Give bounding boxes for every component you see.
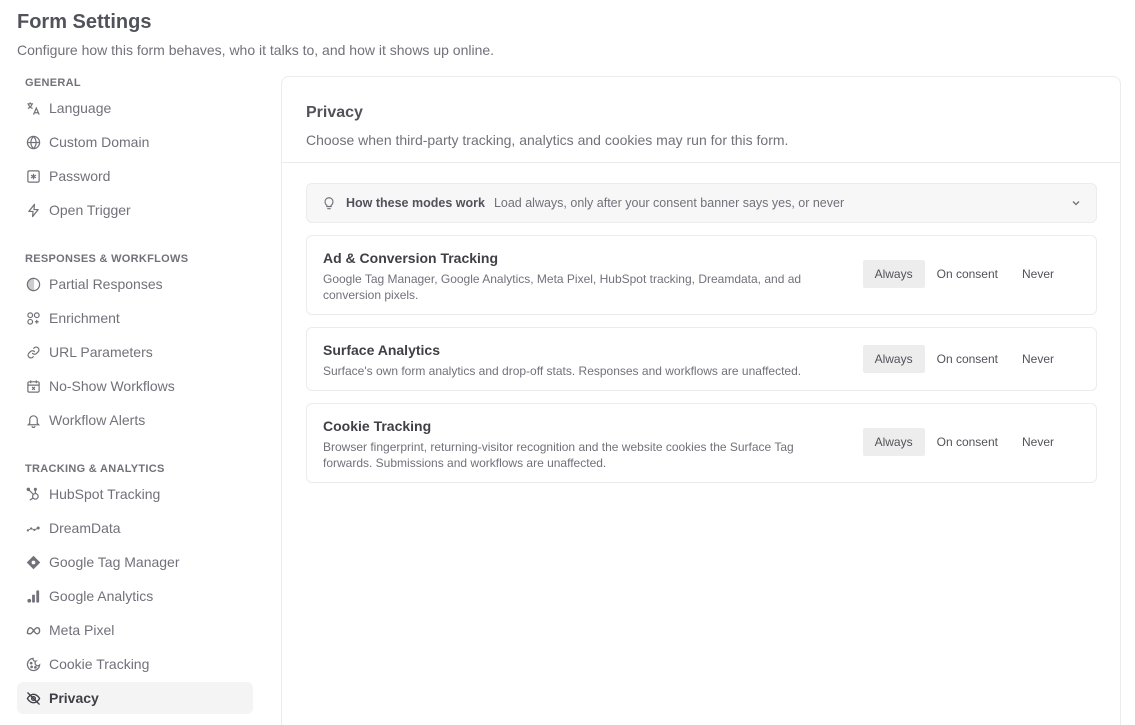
- panel-header: Privacy Choose when third-party tracking…: [282, 77, 1120, 163]
- mode-selector: Always On consent Never: [862, 345, 1066, 373]
- sidebar-item-label: HubSpot Tracking: [49, 486, 161, 502]
- sidebar-item-label: Cookie Tracking: [49, 656, 150, 672]
- sidebar-item-label: Privacy: [49, 690, 99, 706]
- setting-description: Surface's own form analytics and drop-of…: [323, 364, 802, 378]
- sidebar-item-language[interactable]: Language: [17, 92, 253, 124]
- setting-surface-analytics: Surface Analytics Surface's own form ana…: [306, 327, 1097, 391]
- chevron-down-icon[interactable]: [1070, 197, 1082, 209]
- page-title: Form Settings: [17, 11, 152, 33]
- setting-description: Browser fingerprint, returning-visitor r…: [323, 440, 794, 470]
- sidebar-item-google-tag-manager[interactable]: Google Tag Manager: [17, 546, 253, 578]
- modes-info-accordion[interactable]: How these modes work Load always, only a…: [306, 183, 1097, 223]
- sidebar-item-label: Custom Domain: [49, 134, 150, 150]
- sidebar-item-label: DreamData: [49, 520, 121, 536]
- sidebar-item-hubspot-tracking[interactable]: HubSpot Tracking: [17, 478, 253, 510]
- sidebar-item-label: Workflow Alerts: [49, 412, 146, 428]
- sidebar-item-label: Google Analytics: [49, 588, 154, 604]
- section-label-responses: RESPONSES & WORKFLOWS: [25, 253, 189, 265]
- sidebar-item-label: Language: [49, 100, 112, 116]
- section-label-tracking: TRACKING & ANALYTICS: [25, 463, 165, 475]
- mode-on-consent-button[interactable]: On consent: [925, 260, 1010, 288]
- cookie-icon: [25, 656, 41, 672]
- sidebar-item-label: Open Trigger: [49, 202, 131, 218]
- mode-never-button[interactable]: Never: [1010, 260, 1066, 288]
- bell-icon: [25, 412, 41, 428]
- gtm-icon: [25, 554, 41, 570]
- sidebar-item-workflow-alerts[interactable]: Workflow Alerts: [17, 404, 253, 436]
- sidebar-item-dreamdata[interactable]: DreamData: [17, 512, 253, 544]
- analytics-bars-icon: [25, 588, 41, 604]
- globe-icon: [25, 134, 41, 150]
- setting-cookie-tracking: Cookie Tracking Browser fingerprint, ret…: [306, 403, 1097, 483]
- section-label-general: GENERAL: [25, 77, 81, 89]
- bolt-icon: [25, 202, 41, 218]
- mode-on-consent-button[interactable]: On consent: [925, 428, 1010, 456]
- page-subtitle: Configure how this form behaves, who it …: [17, 42, 495, 58]
- hubspot-icon: [25, 486, 41, 502]
- mode-never-button[interactable]: Never: [1010, 345, 1066, 373]
- sidebar-item-open-trigger[interactable]: Open Trigger: [17, 194, 253, 226]
- panel-title: Privacy: [306, 104, 363, 121]
- mode-selector: Always On consent Never: [862, 428, 1066, 456]
- mode-never-button[interactable]: Never: [1010, 428, 1066, 456]
- sidebar-item-enrichment[interactable]: Enrichment: [17, 302, 253, 334]
- sidebar-item-meta-pixel[interactable]: Meta Pixel: [17, 614, 253, 646]
- mode-always-button[interactable]: Always: [862, 428, 925, 456]
- mode-on-consent-button[interactable]: On consent: [925, 345, 1010, 373]
- privacy-panel: Privacy Choose when third-party tracking…: [281, 76, 1121, 725]
- sidebar-item-label: Enrichment: [49, 310, 120, 326]
- sidebar-item-label: Meta Pixel: [49, 622, 115, 638]
- sidebar-item-label: No-Show Workflows: [49, 378, 175, 394]
- sidebar-item-label: Password: [49, 168, 111, 184]
- meta-icon: [25, 622, 41, 638]
- mode-selector: Always On consent Never: [862, 260, 1066, 288]
- panel-description: Choose when third-party tracking, analyt…: [306, 132, 789, 148]
- info-text: Load always, only after your consent ban…: [493, 196, 845, 210]
- settings-sidebar: GENERAL Language Custom Domain Password …: [17, 76, 253, 714]
- sidebar-item-label: URL Parameters: [49, 344, 153, 360]
- password-icon: [25, 168, 41, 184]
- link-icon: [25, 344, 41, 360]
- language-icon: [25, 100, 41, 116]
- sidebar-item-label: Partial Responses: [49, 276, 163, 292]
- mode-always-button[interactable]: Always: [862, 260, 925, 288]
- sidebar-item-label: Google Tag Manager: [49, 554, 180, 570]
- eye-off-icon: [25, 690, 41, 706]
- sidebar-item-cookie-tracking[interactable]: Cookie Tracking: [17, 648, 253, 680]
- sidebar-item-partial-responses[interactable]: Partial Responses: [17, 268, 253, 300]
- mode-always-button[interactable]: Always: [862, 345, 925, 373]
- info-title: How these modes work: [346, 196, 485, 210]
- lightbulb-icon: [322, 196, 336, 210]
- sidebar-item-privacy[interactable]: Privacy: [17, 682, 253, 714]
- enrichment-icon: [25, 310, 41, 326]
- sidebar-item-url-parameters[interactable]: URL Parameters: [17, 336, 253, 368]
- sidebar-item-custom-domain[interactable]: Custom Domain: [17, 126, 253, 158]
- half-circle-icon: [25, 276, 41, 292]
- sidebar-item-no-show-workflows[interactable]: No-Show Workflows: [17, 370, 253, 402]
- setting-ad-conversion-tracking: Ad & Conversion Tracking Google Tag Mana…: [306, 235, 1097, 315]
- sidebar-item-password[interactable]: Password: [17, 160, 253, 192]
- dreamdata-icon: [25, 520, 41, 536]
- calendar-x-icon: [25, 378, 41, 394]
- setting-description: Google Tag Manager, Google Analytics, Me…: [323, 272, 802, 302]
- sidebar-item-google-analytics[interactable]: Google Analytics: [17, 580, 253, 612]
